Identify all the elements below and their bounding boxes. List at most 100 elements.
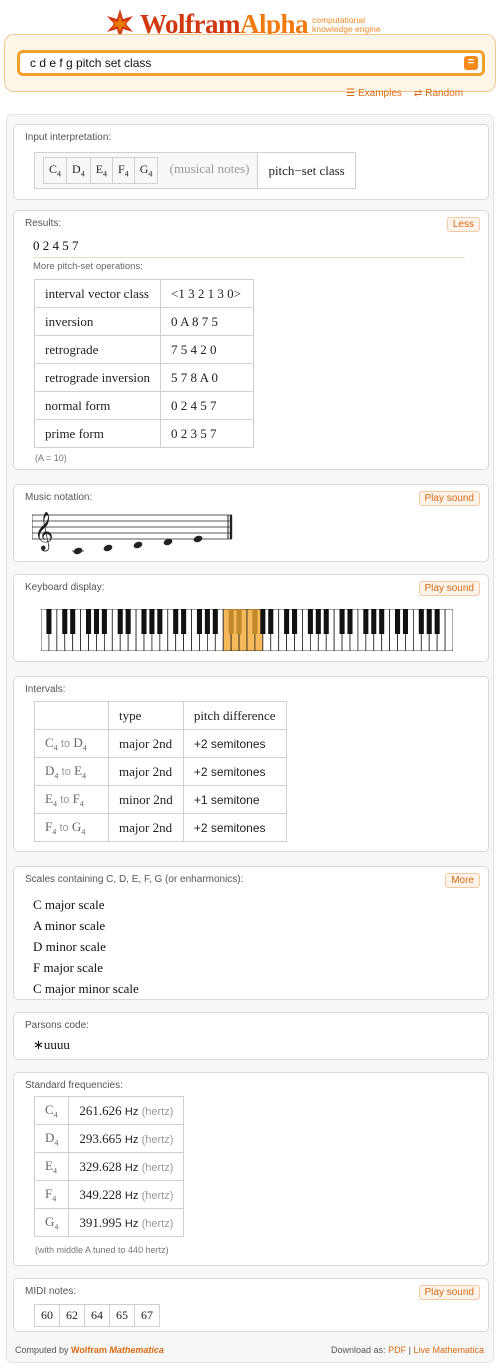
play-sound-button[interactable]: Play sound — [418, 581, 480, 596]
table-row: inversion 0 A 8 7 5 — [33, 307, 255, 336]
note-letter: C — [49, 162, 58, 177]
midi-value: 67 — [134, 1304, 160, 1327]
frequency-note: F4 — [33, 1180, 70, 1209]
to-word: to — [60, 793, 70, 806]
pod-scales: Scales containing C, D, E, F, G (or enha… — [13, 866, 489, 1000]
compute-button[interactable]: = — [464, 56, 478, 70]
black-key — [117, 609, 123, 634]
pod-music-notation: Music notation: Play sound 𝄞 — [13, 484, 489, 562]
table-row: F4 to G4 major 2nd +2 semitones — [34, 813, 287, 842]
note-octave: 4 — [53, 1110, 58, 1120]
interval-difference: +2 semitones — [182, 757, 287, 786]
input-note-cell: F4 — [112, 157, 135, 184]
download-label: Download as: — [331, 1345, 386, 1355]
frequency-value-cell: 261.626 Hz (hertz) — [68, 1096, 185, 1125]
input-note-cell: G4 — [133, 157, 159, 184]
note-letter: F — [72, 790, 80, 806]
header-links: ☰ Examples ⇄ Random — [346, 88, 463, 99]
note-octave: 4 — [53, 743, 58, 753]
note-letter: G — [45, 1213, 55, 1229]
midi-table: 60 62 64 65 67 — [34, 1304, 160, 1327]
footnote: (A = 10) — [35, 453, 67, 463]
live-mathematica-link[interactable]: Live Mathematica — [413, 1345, 484, 1355]
table-row: E4 329.628 Hz (hertz) — [33, 1152, 185, 1181]
operation-cell: pitch−set class — [257, 152, 356, 189]
black-key — [212, 609, 218, 634]
frequency-unit: Hz — [124, 1217, 139, 1230]
search-area: c d e f g pitch set class = — [4, 34, 496, 92]
less-button[interactable]: Less — [446, 217, 480, 232]
pod-parsons-code: Parsons code: ∗uuuu — [13, 1012, 489, 1060]
black-key — [284, 609, 290, 634]
operation-label: normal form — [33, 391, 162, 420]
piano-keyboard — [41, 609, 453, 651]
table-row: C4 to D4 major 2nd +2 semitones — [34, 729, 287, 758]
pdf-link[interactable]: PDF — [388, 1345, 406, 1355]
divider — [33, 257, 465, 258]
midi-value: 60 — [34, 1304, 60, 1327]
interval-difference: +2 semitones — [182, 813, 287, 842]
note-e4 — [133, 541, 143, 549]
frequency-note: C4 — [33, 1096, 70, 1125]
to-word: to — [61, 765, 71, 778]
input-note-cell: C4 — [42, 157, 68, 184]
interval-difference: +1 semitone — [182, 785, 287, 814]
black-key — [323, 609, 329, 634]
midi-value: 65 — [109, 1304, 135, 1327]
play-sound-button[interactable]: Play sound — [418, 491, 480, 506]
note-octave: 4 — [80, 169, 85, 179]
note-octave: 4 — [54, 1138, 59, 1148]
interval-notes: E4 to F4 — [34, 785, 109, 814]
table-row: prime form 0 2 3 5 7 — [33, 419, 255, 448]
search-query-text: c d e f g pitch set class — [30, 56, 152, 70]
note-octave: 4 — [103, 169, 108, 179]
black-key — [70, 609, 76, 634]
interval-notes: D4 to E4 — [34, 757, 109, 786]
note-octave: 4 — [54, 771, 59, 781]
black-key — [236, 609, 242, 634]
interval-notes: F4 to G4 — [34, 813, 109, 842]
random-link[interactable]: ⇄ Random — [414, 88, 463, 99]
header-difference: pitch difference — [182, 701, 287, 730]
play-sound-button[interactable]: Play sound — [418, 1285, 480, 1300]
parsons-value: ∗uuuu — [33, 1037, 70, 1052]
interval-type: minor 2nd — [108, 785, 184, 814]
interval-type: major 2nd — [108, 813, 184, 842]
black-key — [292, 609, 298, 634]
note-letter: D — [73, 734, 83, 750]
mathematica-label: Mathematica — [109, 1345, 164, 1355]
subsection-title: More pitch-set operations: — [33, 261, 143, 272]
black-key — [347, 609, 353, 634]
header-type: type — [108, 701, 184, 730]
random-label: Random — [425, 88, 464, 99]
interval-type: major 2nd — [108, 729, 184, 758]
search-input[interactable]: c d e f g pitch set class = — [17, 50, 485, 76]
more-button[interactable]: More — [445, 873, 480, 888]
scale-item: A minor scale — [33, 918, 106, 933]
frequency-unit-word: (hertz) — [141, 1105, 174, 1118]
pod-results: Results: Less 0 2 4 5 7 More pitch-set o… — [13, 210, 489, 470]
computed-by[interactable]: Computed by Wolfram Mathematica — [15, 1345, 164, 1355]
table-row: interval vector class <1 3 2 1 3 0> — [33, 279, 255, 308]
examples-icon: ☰ — [346, 88, 355, 99]
scale-item: C major minor scale — [33, 981, 139, 996]
frequency-unit-word: (hertz) — [141, 1189, 174, 1202]
black-key — [196, 609, 202, 634]
white-key — [444, 609, 453, 651]
black-key — [228, 609, 234, 634]
midi-value: 62 — [59, 1304, 85, 1327]
frequency-value: 329.628 — [79, 1158, 122, 1174]
note-octave: 4 — [52, 1166, 57, 1176]
table-row: retrograde inversion 5 7 8 A 0 — [33, 363, 255, 392]
random-icon: ⇄ — [413, 88, 423, 99]
header-empty — [34, 701, 109, 730]
black-key — [339, 609, 345, 634]
note-letter: E — [45, 790, 53, 806]
frequency-note: D4 — [33, 1124, 70, 1153]
to-word: to — [59, 821, 69, 834]
scale-item: C major scale — [33, 897, 105, 912]
header-row: type pitch difference — [34, 701, 287, 730]
examples-link[interactable]: ☰ Examples — [346, 88, 402, 99]
table-row: F4 349.228 Hz (hertz) — [33, 1180, 185, 1209]
note-letter: D — [45, 1129, 55, 1145]
